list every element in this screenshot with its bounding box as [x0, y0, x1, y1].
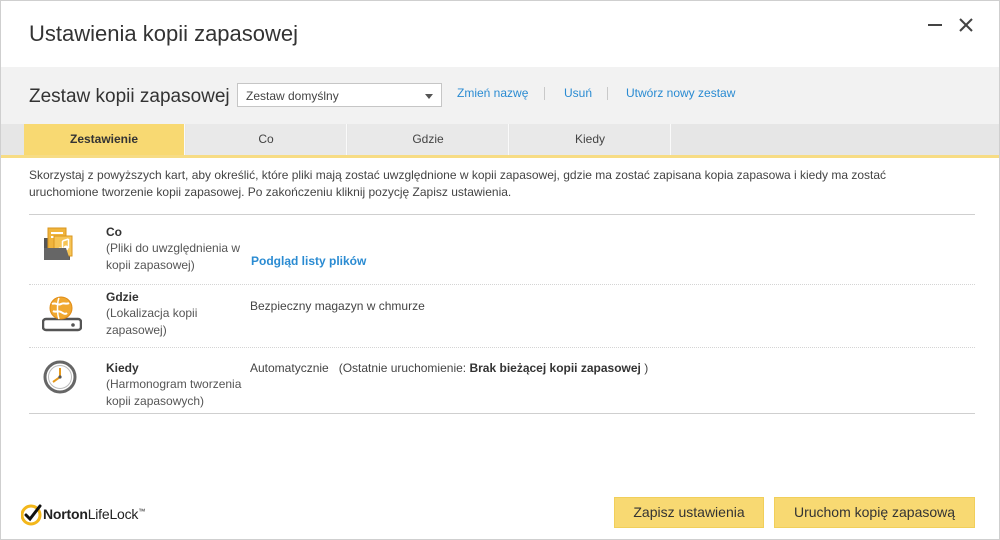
run-backup-button[interactable]: Uruchom kopię zapasową [774, 497, 975, 528]
delete-link[interactable]: Usuń [564, 86, 592, 100]
title-bar: Ustawienia kopii zapasowej [1, 1, 999, 67]
tab-what[interactable]: Co [186, 124, 347, 155]
tab-when[interactable]: Kiedy [510, 124, 671, 155]
tab-where[interactable]: Gdzie [348, 124, 509, 155]
chevron-down-icon [425, 94, 433, 99]
what-title: Co [106, 225, 122, 239]
when-subtitle: (Harmonogram tworzenia kopii zapasowych) [106, 377, 242, 408]
table-divider [29, 214, 975, 215]
link-separator [544, 87, 545, 100]
when-value-last-run-label: (Ostatnie uruchomienie: [338, 361, 467, 375]
instructions-text: Skorzystaj z powyższych kart, aby określ… [29, 168, 887, 199]
backup-set-bar: Zestaw kopii zapasowej Zestaw domyślny Z… [1, 67, 999, 124]
table-divider [29, 284, 975, 285]
where-subtitle: (Lokalizacja kopii zapasowej) [106, 306, 198, 337]
where-title: Gdzie [106, 290, 139, 304]
when-value-mode: Automatycznie [250, 361, 329, 375]
window-title: Ustawienia kopii zapasowej [29, 21, 299, 46]
close-icon[interactable] [954, 13, 978, 37]
backup-settings-window: Ustawienia kopii zapasowej Zestaw kopii … [0, 0, 1000, 540]
clock-icon [42, 359, 78, 395]
backup-set-dropdown[interactable]: Zestaw domyślny [237, 83, 442, 107]
brand-name: NortonLifeLock™ [43, 506, 146, 522]
table-divider [29, 347, 975, 348]
what-subtitle: (Pliki do uwzględnienia w kopii zapasowe… [106, 241, 241, 272]
minimize-icon[interactable] [923, 13, 947, 37]
save-settings-button[interactable]: Zapisz ustawienia [614, 497, 764, 528]
preview-file-list-link[interactable]: Podgląd listy plików [251, 254, 366, 268]
backup-set-selected: Zestaw domyślny [246, 89, 339, 103]
table-divider [29, 413, 975, 414]
create-set-link[interactable]: Utwórz nowy zestaw [626, 86, 735, 100]
when-value-suffix: ) [644, 361, 649, 375]
where-value: Bezpieczny magazyn w chmurze [250, 299, 425, 313]
rename-link[interactable]: Zmień nazwę [457, 86, 528, 100]
cloud-drive-icon [41, 295, 83, 332]
files-folder-icon [42, 226, 78, 262]
link-separator [607, 87, 608, 100]
when-value-last-run: Brak bieżącej kopii zapasowej [469, 361, 641, 375]
tab-bar: Zestawienie Co Gdzie Kiedy [1, 124, 999, 158]
summary-table: Co (Pliki do uwzględnienia w kopii zapas… [29, 214, 975, 414]
tab-summary[interactable]: Zestawienie [24, 124, 185, 155]
when-title: Kiedy [106, 361, 139, 375]
when-value: Automatycznie (Ostatnie uruchomienie: Br… [250, 361, 648, 375]
backup-set-label: Zestaw kopii zapasowej [29, 86, 230, 107]
